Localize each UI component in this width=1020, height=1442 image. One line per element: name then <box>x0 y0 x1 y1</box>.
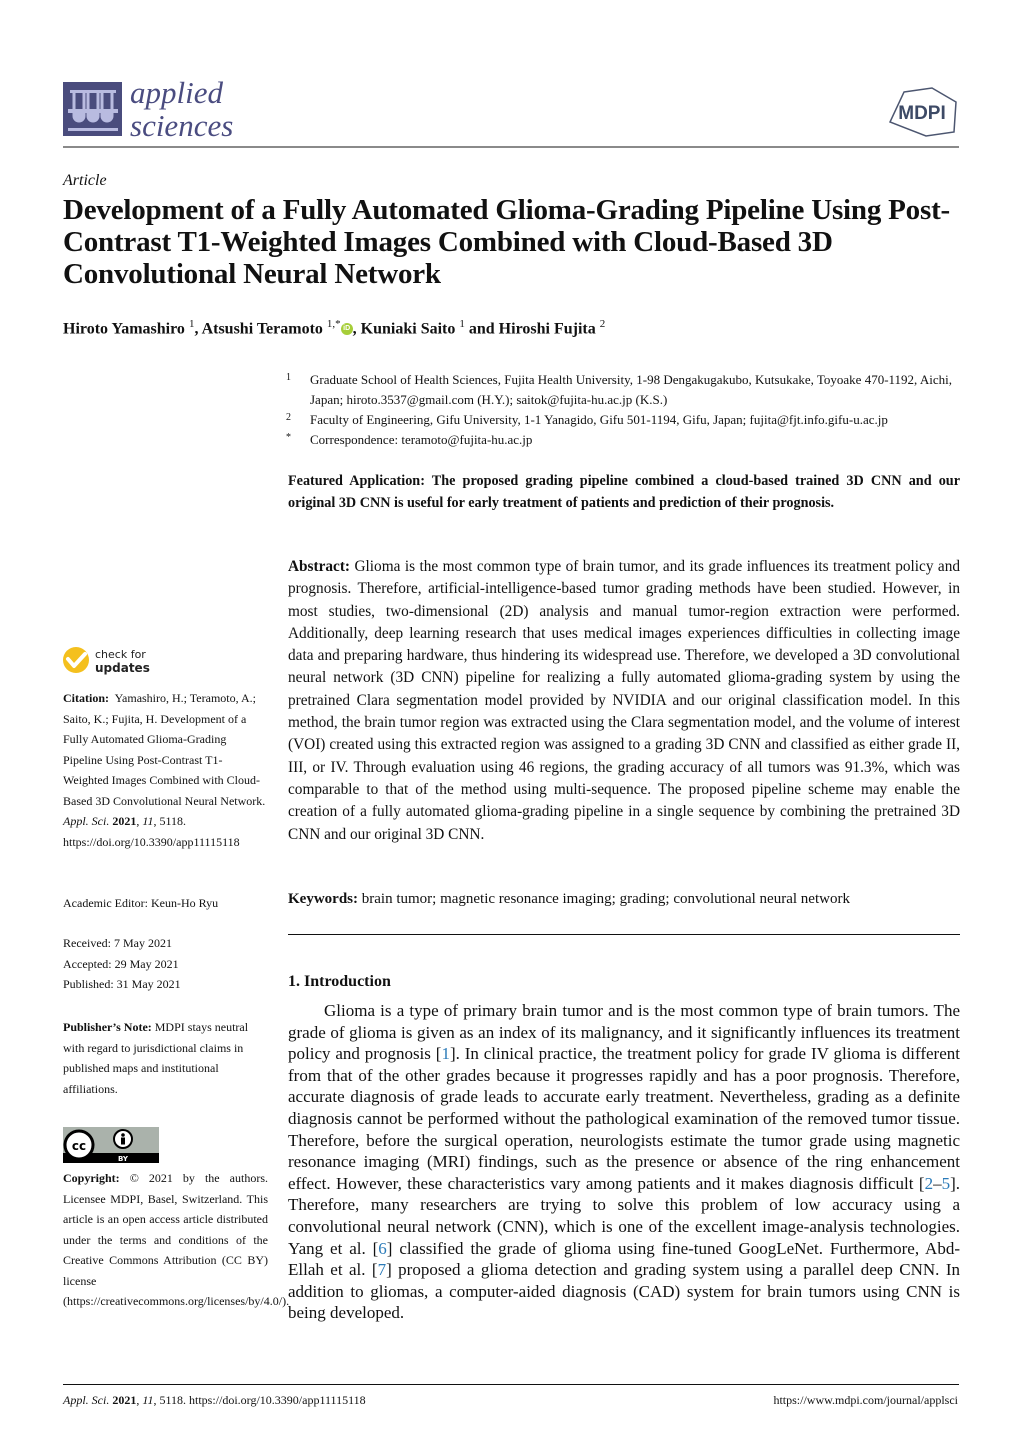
reference-link[interactable]: 1 <box>441 1044 450 1063</box>
check-for-updates-button[interactable]: check for updates <box>62 645 162 675</box>
author-list: Hiroto Yamashiro 1, Atsushi Teramoto 1,*… <box>63 318 605 338</box>
publisher-note-label: Publisher’s Note: <box>63 1020 152 1034</box>
article-type: Article <box>63 172 107 189</box>
author-separator: and <box>464 320 499 338</box>
introduction-text: ]. In clinical practice, the treatment p… <box>288 1044 960 1193</box>
journal-name: applied sciences <box>130 76 233 142</box>
footer-volume: 11 <box>142 1393 154 1407</box>
mdpi-logo-text: MDPI <box>898 103 946 124</box>
footer-divider <box>63 1384 959 1385</box>
footer-year: 2021 <box>112 1393 137 1407</box>
footer-citation: Appl. Sci. 2021, 11, 5118. https://doi.o… <box>63 1393 366 1407</box>
affiliation-item: * Correspondence: teramoto@fujita-hu.ac.j… <box>286 430 966 450</box>
keywords: Keywords: brain tumor; magnetic resonanc… <box>288 888 960 910</box>
introduction-text: ] proposed a glioma detection and gradin… <box>288 1260 960 1323</box>
keywords-label: Keywords: <box>288 891 358 907</box>
reference-link[interactable]: 2 <box>925 1174 934 1193</box>
featured-application: Featured Application: The proposed gradi… <box>288 473 960 511</box>
abstract: Abstract: Glioma is the most common type… <box>288 556 960 846</box>
introduction-text: – <box>933 1173 942 1193</box>
reference-link[interactable]: 7 <box>378 1260 387 1279</box>
author-name: Atsushi Teramoto <box>201 320 327 338</box>
section-heading-introduction: 1. Introduction <box>288 973 391 990</box>
cc-by-license-badge[interactable]: cc BY <box>63 1127 159 1163</box>
cc-by-label: BY <box>118 1155 129 1163</box>
affiliation-number: 2 <box>286 412 291 423</box>
abstract-label: Abstract: <box>288 558 351 575</box>
journal-logo-icon <box>63 82 122 136</box>
footer-doi-link[interactable]: , 5118. https://doi.org/10.3390/app11115… <box>153 1393 365 1407</box>
mdpi-logo: MDPI <box>884 86 960 138</box>
author-affiliation-marker: 2 <box>599 318 606 330</box>
citation-year: 2021 <box>112 814 137 828</box>
introduction-body: Glioma is a type of primary brain tumor … <box>288 1000 960 1324</box>
journal-name-line2: sciences <box>130 108 234 143</box>
author-name: Hiroto Yamashiro <box>63 320 189 338</box>
author-affiliation-marker: 1,* <box>326 318 341 330</box>
published-date: Published: 31 May 2021 <box>63 977 181 991</box>
received-date: Received: 7 May 2021 <box>63 936 172 950</box>
copyright-text: © 2021 by the authors. Licensee MDPI, Ba… <box>63 1171 290 1308</box>
footer-journal: Appl. Sci. <box>63 1393 110 1407</box>
publisher-note: Publisher’s Note: MDPI stays neutral wit… <box>63 1017 268 1099</box>
accepted-date: Accepted: 29 May 2021 <box>63 956 179 971</box>
footer-journal-url[interactable]: https://www.mdpi.com/journal/applsci <box>773 1393 958 1408</box>
citation: Citation: Yamashiro, H.; Teramoto, A.; S… <box>63 691 266 849</box>
citation-journal: Appl. Sci. <box>63 814 110 828</box>
check-updates-line1: check for <box>95 648 146 661</box>
journal-name-line1: applied <box>130 75 223 110</box>
orcid-icon[interactable]: iD <box>340 323 353 336</box>
article-title: Development of a Fully Automated Glioma-… <box>63 194 950 290</box>
affiliations: 1 Graduate School of Health Sciences, Fuj… <box>286 370 966 450</box>
affiliation-text: Faculty of Engineering, Gifu University,… <box>310 412 888 427</box>
copyright-label: Copyright: <box>63 1171 120 1185</box>
citation-volume: 11 <box>142 814 154 828</box>
author-separator: , <box>352 320 361 338</box>
reference-link[interactable]: 6 <box>378 1239 387 1258</box>
abstract-text: Glioma is the most common type of brain … <box>288 558 961 843</box>
academic-editor: Academic Editor: Keun-Ho Ryu <box>63 896 219 910</box>
publication-dates: Received: 7 May 2021 Accepted: 29 May 20… <box>63 933 268 995</box>
header-divider <box>63 146 959 148</box>
affiliation-text: Correspondence: teramoto@fujita-hu.ac.jp <box>310 432 533 447</box>
reference-link[interactable]: 5 <box>942 1174 951 1193</box>
affiliation-number: 1 <box>286 372 291 383</box>
affiliation-text: Graduate School of Health Sciences, Fuji… <box>310 372 952 407</box>
copyright: Copyright: © 2021 by the authors. Licens… <box>63 1168 289 1312</box>
section-divider <box>288 934 960 935</box>
author-name: Hiroshi Fujita <box>498 320 600 338</box>
citation-text: Yamashiro, H.; Teramoto, A.; Saito, K.; … <box>63 691 266 808</box>
keywords-text: brain tumor; magnetic resonance imaging;… <box>361 891 850 907</box>
citation-label: Citation: <box>63 691 109 705</box>
author-separator: , <box>194 320 202 338</box>
affiliation-item: 2 Faculty of Engineering, Gifu University… <box>286 410 966 430</box>
affiliation-number: * <box>286 432 291 443</box>
svg-text:cc: cc <box>72 1139 86 1153</box>
author-name: Kuniaki Saito <box>360 320 460 338</box>
check-updates-line2: updates <box>95 661 150 675</box>
affiliation-item: 1 Graduate School of Health Sciences, Fuj… <box>286 370 966 410</box>
